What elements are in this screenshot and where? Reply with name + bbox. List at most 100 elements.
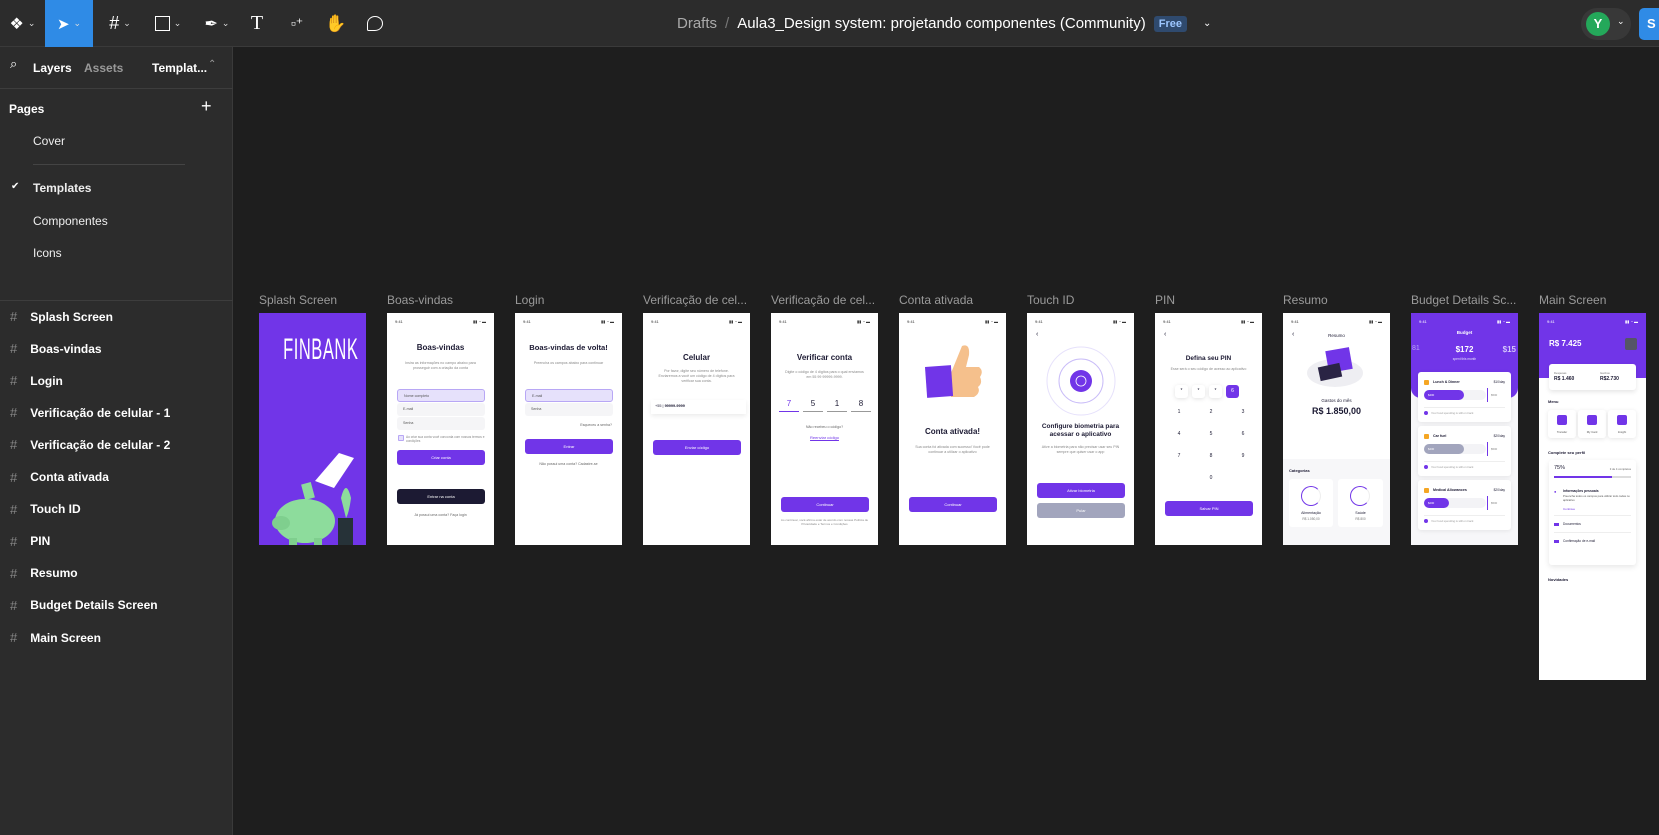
resources-button[interactable]: ▫⁺: [285, 0, 309, 47]
layer-item[interactable]: # Login: [10, 373, 63, 388]
code-digit[interactable]: 1: [827, 399, 847, 412]
text-tool-button[interactable]: T: [245, 0, 269, 47]
password-input[interactable]: Senha: [525, 403, 613, 416]
keypad-key[interactable]: 1: [1175, 409, 1183, 415]
frame-conta-ativada[interactable]: 9:41 ▮▮ ◔ ▬ Conta ativada! Sua conta foi …: [899, 313, 1006, 545]
frame-label[interactable]: Conta ativada: [899, 293, 1007, 307]
add-page-icon[interactable]: +: [201, 96, 212, 117]
frame-resumo[interactable]: 9:41 ▮▮ ◔ ▬ ‹ Resumo Gastos do mês R$ 1.8…: [1283, 313, 1390, 545]
frame-touch-id[interactable]: 9:41 ▮▮ ◔ ▬ ‹ Configure biometria para ac…: [1027, 313, 1134, 545]
keypad-key[interactable]: 8: [1207, 453, 1215, 459]
back-icon[interactable]: ‹: [1036, 331, 1038, 338]
keypad-key[interactable]: 5: [1207, 431, 1215, 437]
phone-input[interactable]: +55 | 99999-9999: [651, 400, 746, 414]
page-selector[interactable]: Templat...: [152, 61, 207, 75]
signup-link[interactable]: Não possui uma conta? Cadastre-se: [515, 462, 622, 466]
frame-label[interactable]: PIN: [1155, 293, 1263, 307]
save-pin-button[interactable]: Salvar PIN: [1165, 501, 1253, 516]
code-digit[interactable]: 5: [803, 399, 823, 412]
frame-label[interactable]: Budget Details Sc...: [1411, 293, 1519, 307]
frame-boas-vindas[interactable]: 9:41 ▮▮ ◔ ▬ Boas-vindas Insira as informa…: [387, 313, 494, 545]
login-button[interactable]: Entrar: [525, 439, 613, 454]
tab-assets[interactable]: Assets: [84, 61, 123, 75]
hand-tool-button[interactable]: ✋: [324, 0, 348, 47]
frame-login[interactable]: 9:41 ▮▮ ◔ ▬ Boas-vindas de volta! Preench…: [515, 313, 622, 545]
menu-tile[interactable]: My Card: [1578, 410, 1606, 438]
frame-verificacao-celular-2[interactable]: 9:41 ▮▮ ◔ ▬ Verificar conta Digite o códi…: [771, 313, 878, 545]
chevron-down-icon[interactable]: ⌄: [1203, 18, 1211, 29]
layer-item[interactable]: # Splash Screen: [10, 309, 113, 324]
profile-avatar[interactable]: [1625, 338, 1637, 350]
layer-item[interactable]: # Resumo: [10, 566, 78, 581]
keypad-key[interactable]: 7: [1175, 453, 1183, 459]
frame-verificacao-celular-1[interactable]: 9:41 ▮▮ ◔ ▬ Celular Por favor, digite seu…: [643, 313, 750, 545]
frame-label[interactable]: Touch ID: [1027, 293, 1135, 307]
comment-tool-button[interactable]: [363, 0, 387, 47]
page-templates[interactable]: Templates: [33, 181, 91, 195]
keypad-key[interactable]: 3: [1239, 409, 1247, 415]
keypad-key[interactable]: 4: [1175, 431, 1183, 437]
search-icon[interactable]: ⌕: [10, 56, 17, 72]
frame-pin[interactable]: 9:41 ▮▮ ◔ ▬ ‹ Defina seu PIN Esse será o …: [1155, 313, 1262, 545]
code-digit[interactable]: 8: [851, 399, 871, 412]
frame-main-screen[interactable]: 9:41 ▮▮ ◔ ▬ R$ 7.425 Despesas R$ 1.460 Ga…: [1539, 313, 1646, 680]
budget-card[interactable]: Car fuel $20/day $400 $500 Your food spe…: [1418, 426, 1511, 476]
user-menu[interactable]: Y ⌄: [1581, 8, 1631, 40]
page-componentes[interactable]: Componentes: [33, 214, 108, 228]
budget-card[interactable]: Lunch & Dinner $10/day $400 $500 Your fo…: [1418, 372, 1511, 422]
back-icon[interactable]: ‹: [1164, 331, 1166, 338]
category-card[interactable]: Saúde R$ 800: [1338, 479, 1383, 527]
frame-label[interactable]: Login: [515, 293, 623, 307]
layer-item[interactable]: # PIN: [10, 534, 50, 549]
terms-checkbox[interactable]: [398, 435, 404, 441]
layer-item[interactable]: # Touch ID: [10, 502, 81, 517]
page-cover[interactable]: Cover: [33, 134, 65, 148]
menu-tile[interactable]: Insight: [1608, 410, 1636, 438]
name-input[interactable]: Nome completo: [397, 389, 485, 402]
login-link[interactable]: Já possui uma conta? Faça login: [387, 513, 494, 517]
frame-label[interactable]: Verificação de cel...: [643, 293, 751, 307]
create-account-button[interactable]: Criar conta: [397, 450, 485, 465]
category-card[interactable]: Alimentação R$ 1.050,00: [1289, 479, 1333, 527]
activate-biometrics-button[interactable]: Ativar biometria: [1037, 483, 1125, 498]
frame-tool-button[interactable]: # ⌄: [100, 0, 140, 47]
frame-label[interactable]: Boas-vindas: [387, 293, 495, 307]
keypad-key[interactable]: 9: [1239, 453, 1247, 459]
layer-item[interactable]: # Budget Details Screen: [10, 598, 158, 613]
frame-label[interactable]: Resumo: [1283, 293, 1391, 307]
share-button[interactable]: S: [1639, 8, 1659, 40]
continue-button[interactable]: Continuar: [781, 497, 869, 512]
skip-button[interactable]: Pular: [1037, 503, 1125, 518]
forgot-password-link[interactable]: Esqueceu a senha?: [580, 423, 612, 427]
email-input[interactable]: E-mail: [525, 389, 613, 402]
email-confirmation-item[interactable]: Confirmação de e-mail: [1563, 539, 1595, 543]
frame-label[interactable]: Main Screen: [1539, 293, 1647, 307]
frame-budget-details[interactable]: 9:41 ▮▮ ◔ ▬ Budget 81 $172 $15 spent this…: [1411, 313, 1518, 545]
chevron-up-icon[interactable]: ⌃: [208, 59, 216, 70]
layer-item[interactable]: # Verificação de celular - 1: [10, 405, 170, 420]
budget-card[interactable]: Medical Allowances $20/day $200 $500 You…: [1418, 480, 1511, 530]
password-input[interactable]: Senha: [397, 417, 485, 430]
figma-menu-button[interactable]: ❖ ⌄: [0, 0, 45, 47]
breadcrumb-drafts[interactable]: Drafts: [677, 15, 717, 32]
move-tool-button[interactable]: ➤ ⌄: [45, 0, 93, 47]
menu-tile[interactable]: Transfer: [1548, 410, 1576, 438]
send-code-button[interactable]: Enviar código: [653, 440, 741, 455]
resend-code-link[interactable]: Reenviar código: [771, 435, 878, 440]
documents-item[interactable]: Documentos: [1563, 522, 1581, 526]
layer-item[interactable]: # Conta ativada: [10, 470, 109, 485]
frame-label[interactable]: Verificação de cel...: [771, 293, 879, 307]
code-digit[interactable]: 7: [779, 399, 799, 412]
shape-tool-button[interactable]: ⌄: [148, 0, 188, 47]
frame-splash-screen[interactable]: FINBANK: [259, 313, 366, 545]
page-icons[interactable]: Icons: [33, 246, 62, 260]
layer-item[interactable]: # Main Screen: [10, 630, 101, 645]
continue-link[interactable]: Continue: [1563, 507, 1575, 511]
layer-item[interactable]: # Verificação de celular - 2: [10, 437, 170, 452]
enter-account-button[interactable]: Entrar na conta: [397, 489, 485, 504]
email-input[interactable]: E-mail: [397, 403, 485, 416]
continue-button[interactable]: Continuar: [909, 497, 997, 512]
keypad-key[interactable]: 6: [1239, 431, 1247, 437]
layer-item[interactable]: # Boas-vindas: [10, 341, 102, 356]
tab-layers[interactable]: Layers: [33, 61, 72, 75]
